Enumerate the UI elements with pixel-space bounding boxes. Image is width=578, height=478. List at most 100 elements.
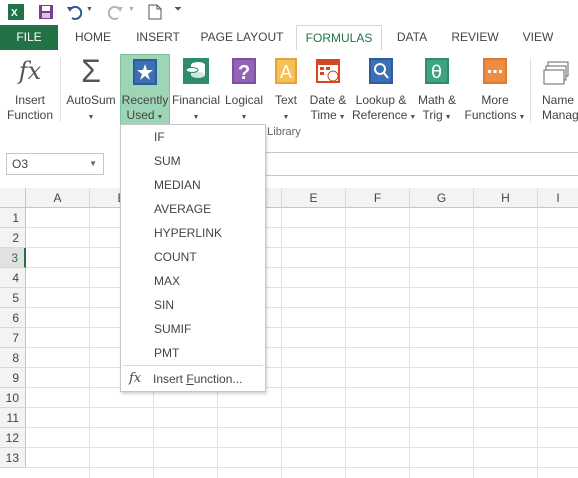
tab-home[interactable]: HOME <box>64 25 122 50</box>
worksheet-grid[interactable]: A B C D E F G H I 1 2 3 4 5 6 7 8 9 10 1… <box>0 188 578 478</box>
menu-separator <box>123 365 263 366</box>
column-header-e[interactable]: E <box>282 188 346 208</box>
column-header-g[interactable]: G <box>410 188 474 208</box>
row-header[interactable]: 7 <box>0 328 26 348</box>
row-header[interactable]: 2 <box>0 228 26 248</box>
grid-line <box>89 208 90 478</box>
lookup-reference-label-2: Reference <box>352 108 408 122</box>
insert-function-label: Insert Function... <box>153 372 243 386</box>
grid-line <box>26 387 578 388</box>
tab-file[interactable]: FILE <box>0 25 58 50</box>
row-header[interactable]: 9 <box>0 368 26 388</box>
name-manager-button[interactable]: NameManage <box>536 54 578 126</box>
grid-line <box>26 467 578 468</box>
tab-data[interactable]: DATA <box>388 25 436 50</box>
name-manager-label-1: Name <box>542 93 575 107</box>
ribbon-divider <box>60 58 61 122</box>
row-header[interactable]: 13 <box>0 448 26 468</box>
sigma-icon: Σ <box>81 53 101 89</box>
calendar-clock-icon <box>316 59 340 83</box>
column-header-a[interactable]: A <box>26 188 90 208</box>
tab-view[interactable]: VIEW <box>514 25 562 50</box>
tab-insert[interactable]: INSERT <box>128 25 188 50</box>
row-header[interactable]: 10 <box>0 388 26 408</box>
ribbon-formulas: fx Insert Function Σ AutoSum ▼ Recently Use… <box>0 50 578 145</box>
ribbon-divider <box>530 58 531 122</box>
column-header-f[interactable]: F <box>346 188 410 208</box>
menu-item-if[interactable]: IF <box>121 125 265 149</box>
date-time-dropdown-icon: ▼ <box>336 114 346 121</box>
financial-icon <box>183 58 209 84</box>
menu-item-count[interactable]: COUNT <box>121 245 265 269</box>
save-icon[interactable] <box>38 4 54 20</box>
insert-function-label-2: Function <box>6 108 54 122</box>
menu-item-median[interactable]: MEDIAN <box>121 173 265 197</box>
financial-label: Financial <box>172 93 221 107</box>
theta-icon: θ <box>425 58 449 84</box>
menu-item-insert-function[interactable]: fx Insert Function... <box>121 367 265 391</box>
math-trig-label-2: Trig <box>422 108 443 122</box>
menu-item-sumif[interactable]: SUMIF <box>121 317 265 341</box>
formula-bar: O3 ▼ <box>0 144 578 184</box>
more-functions-button[interactable]: More Functions ▼ <box>464 54 526 126</box>
redo-dropdown-icon[interactable]: ▼ <box>128 6 135 13</box>
menu-item-hyperlink[interactable]: HYPERLINK <box>121 221 265 245</box>
column-header-h[interactable]: H <box>474 188 538 208</box>
text-functions-button[interactable]: A Text ▼ <box>268 54 304 126</box>
undo-icon[interactable] <box>66 4 82 20</box>
menu-item-sin[interactable]: SIN <box>121 293 265 317</box>
excel-logo-icon: X <box>8 4 24 20</box>
text-functions-icon: A <box>275 58 297 84</box>
autosum-dropdown-icon: ▼ <box>87 114 95 121</box>
date-time-button[interactable]: Date & Time ▼ <box>306 54 350 126</box>
row-header-selected[interactable]: 3 <box>0 248 26 268</box>
name-box-dropdown-icon[interactable]: ▼ <box>89 154 97 174</box>
grid-line <box>26 407 578 408</box>
row-header[interactable]: 5 <box>0 288 26 308</box>
tab-formulas[interactable]: FORMULAS <box>296 25 382 51</box>
menu-item-sum[interactable]: SUM <box>121 149 265 173</box>
tab-page-layout[interactable]: PAGE LAYOUT <box>194 25 290 50</box>
more-functions-label-1: More <box>481 93 509 107</box>
column-header-i[interactable]: I <box>538 188 578 208</box>
recently-used-label-2: Used <box>126 108 155 122</box>
customize-toolbar-icon[interactable]: ⏷ <box>174 4 182 15</box>
insert-function-button[interactable]: fx Insert Function <box>2 54 58 126</box>
logical-button[interactable]: ? Logical ▼ <box>222 54 266 126</box>
row-header[interactable]: 11 <box>0 408 26 428</box>
recently-used-button[interactable]: Recently Used ▼ <box>120 54 170 128</box>
grid-line <box>345 208 346 478</box>
svg-text:A: A <box>280 62 292 82</box>
row-header[interactable]: 4 <box>0 268 26 288</box>
select-all-corner[interactable] <box>0 188 26 208</box>
menu-item-pmt[interactable]: PMT <box>121 341 265 365</box>
more-functions-dropdown-icon: ▼ <box>516 114 526 121</box>
math-trig-button[interactable]: θ Math & Trig ▼ <box>412 54 462 126</box>
row-header[interactable]: 6 <box>0 308 26 328</box>
name-manager-icon <box>543 61 569 85</box>
more-functions-label-2: Functions <box>464 108 517 122</box>
financial-button[interactable]: Financial ▼ <box>172 54 220 126</box>
new-document-icon[interactable] <box>148 4 162 20</box>
grid-line <box>26 227 578 228</box>
insert-function-label-1: Insert <box>14 93 45 107</box>
autosum-button[interactable]: Σ AutoSum ▼ <box>64 54 118 126</box>
name-box[interactable]: O3 ▼ <box>6 153 104 175</box>
math-trig-dropdown-icon: ▼ <box>442 114 452 121</box>
grid-line <box>537 208 538 478</box>
lookup-magnifier-icon <box>369 58 393 84</box>
lookup-reference-label-1: Lookup & <box>355 93 407 107</box>
svg-text:X: X <box>11 8 18 19</box>
lookup-reference-button[interactable]: Lookup & Reference ▼ <box>352 54 416 126</box>
tab-review[interactable]: REVIEW <box>444 25 506 50</box>
row-header[interactable]: 12 <box>0 428 26 448</box>
row-header[interactable]: 8 <box>0 348 26 368</box>
row-header[interactable]: 1 <box>0 208 26 228</box>
formula-input[interactable] <box>264 152 578 176</box>
logical-icon: ? <box>232 58 256 84</box>
undo-dropdown-icon[interactable]: ▼ <box>86 6 93 13</box>
grid-line <box>26 327 578 328</box>
menu-item-max[interactable]: MAX <box>121 269 265 293</box>
redo-icon[interactable] <box>108 4 124 20</box>
menu-item-average[interactable]: AVERAGE <box>121 197 265 221</box>
